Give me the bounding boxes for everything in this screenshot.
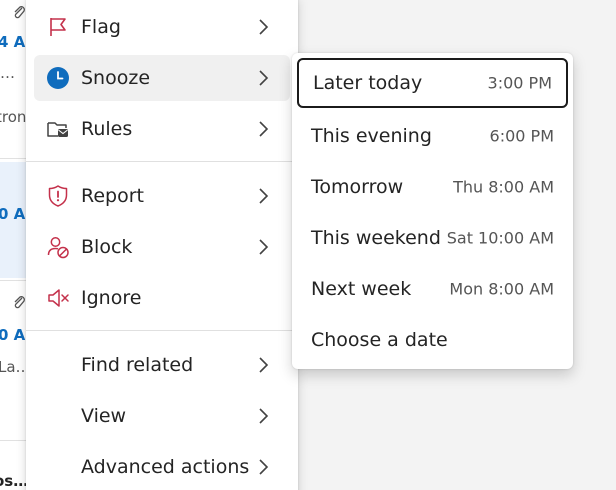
snooze-option-time: 6:00 PM [489,126,554,146]
attachment-icon [14,6,25,19]
snooze-option-time: Mon 8:00 AM [449,279,554,299]
snooze-option-choose-a-date[interactable]: Choose a date [297,315,568,365]
menu-item-ignore[interactable]: Ignore [34,275,290,321]
message-time: 0 A [0,326,26,344]
menu-item-label: Rules [81,118,133,140]
snooze-option-label: Choose a date [311,329,448,351]
snooze-option-this-weekend[interactable]: This weekend Sat 10:00 AM [297,213,568,263]
snooze-option-next-week[interactable]: Next week Mon 8:00 AM [297,264,568,314]
snooze-option-this-evening[interactable]: This evening 6:00 PM [297,111,568,161]
message-context-menu: Flag Snooze Rules Report Block Ignore Fi… [26,0,298,490]
menu-item-label: Advanced actions [81,456,250,478]
folder-mail-icon [46,117,70,141]
snooze-option-time: 3:00 PM [487,73,552,93]
snooze-option-time: Sat 10:00 AM [446,228,554,248]
chevron-right-icon [259,239,269,255]
menu-item-snooze[interactable]: Snooze [34,55,290,101]
menu-item-label: Ignore [81,287,142,309]
menu-item-view[interactable]: View [34,393,290,439]
screen: 4 A … tron 0 A 0 A La… os… Flag [0,0,616,490]
snooze-option-label: This weekend [311,227,441,249]
shield-alert-icon [46,184,70,208]
snooze-option-label: Next week [311,278,412,300]
snooze-option-later-today[interactable]: Later today 3:00 PM [297,58,568,108]
menu-divider [26,161,298,162]
chevron-right-icon [259,121,269,137]
menu-item-report[interactable]: Report [34,173,290,219]
menu-item-label: Block [81,236,133,258]
message-preview: tron [0,108,27,126]
snooze-option-tomorrow[interactable]: Tomorrow Thu 8:00 AM [297,162,568,212]
menu-item-find-related[interactable]: Find related [34,342,290,388]
menu-item-label: Snooze [81,67,151,89]
menu-item-label: Report [81,185,144,207]
message-preview: … [0,64,15,82]
snooze-submenu: Later today 3:00 PM This evening 6:00 PM… [292,53,573,369]
menu-item-label: Find related [81,354,194,376]
clock-icon [46,66,70,90]
menu-item-label: View [81,405,127,427]
message-time: 4 A [0,33,26,51]
flag-icon [46,15,70,39]
menu-divider [26,330,298,331]
snooze-option-label: Later today [313,72,423,94]
message-time: 0 A [0,205,26,223]
chevron-right-icon [259,188,269,204]
block-person-icon [46,235,70,259]
menu-item-advanced-actions[interactable]: Advanced actions [34,444,290,490]
menu-item-block[interactable]: Block [34,224,290,270]
snooze-option-time: Thu 8:00 AM [453,177,554,197]
chevron-right-icon [259,70,269,86]
menu-item-flag[interactable]: Flag [34,4,290,50]
attachment-icon [14,296,25,309]
menu-item-rules[interactable]: Rules [34,106,290,152]
menu-item-label: Flag [81,16,121,38]
chevron-right-icon [259,408,269,424]
snooze-option-label: This evening [311,125,432,147]
mute-icon [46,286,70,310]
chevron-right-icon [259,357,269,373]
snooze-option-label: Tomorrow [311,176,404,198]
chevron-right-icon [259,19,269,35]
message-sender: os… [0,472,29,490]
chevron-right-icon [259,459,269,475]
